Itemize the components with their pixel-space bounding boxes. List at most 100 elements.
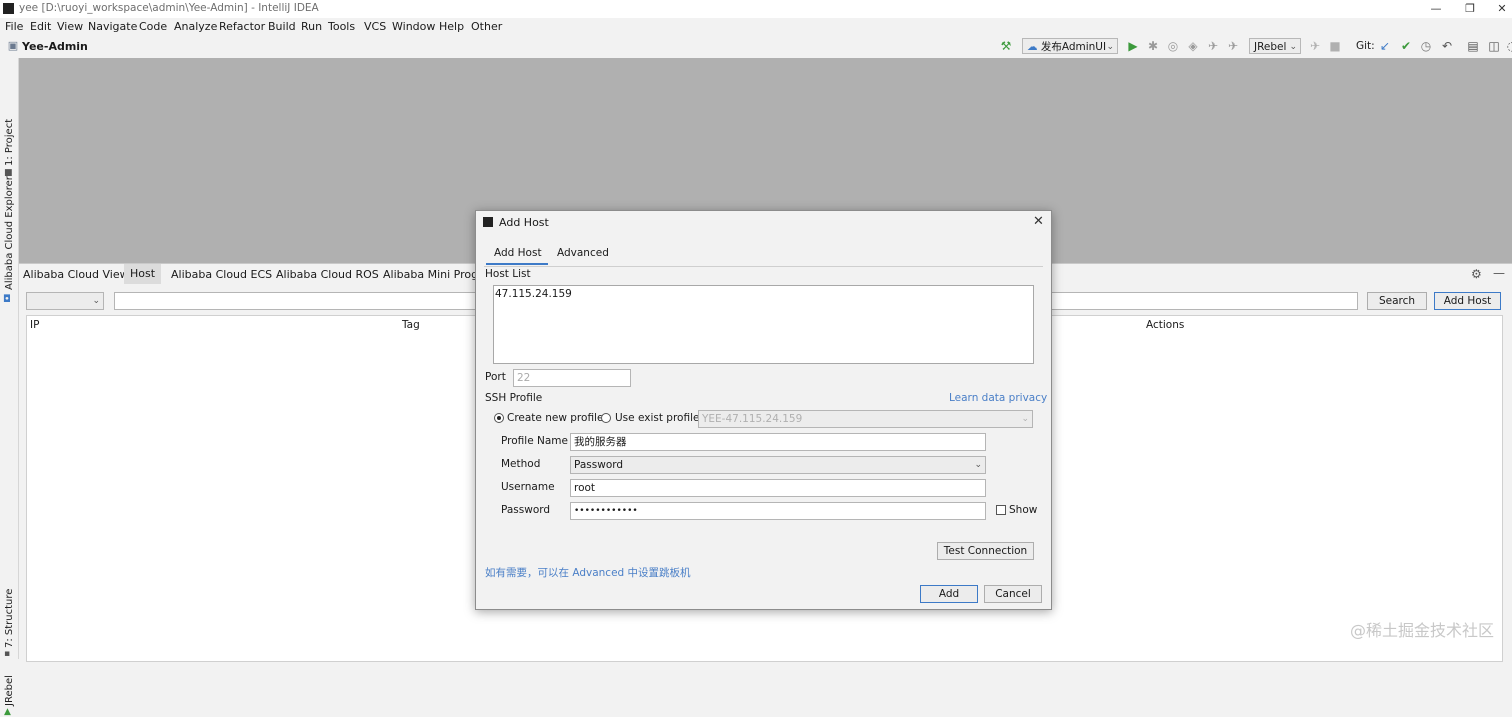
- use-exist-profile-label[interactable]: Use exist profile: [615, 412, 699, 424]
- run-configuration-select[interactable]: ☁ 发布AdminUI ⌄: [1022, 38, 1118, 54]
- create-new-profile-radio[interactable]: [494, 413, 504, 423]
- tab-host[interactable]: Host: [124, 264, 162, 284]
- stop-icon[interactable]: ■: [1328, 39, 1342, 53]
- window-title: yee [D:\ruoyi_workspace\admin\Yee-Admin]…: [19, 2, 319, 14]
- method-value: Password: [574, 459, 624, 471]
- jrebel-run-icon[interactable]: ✈: [1206, 39, 1220, 53]
- tab-divider: [484, 266, 1043, 267]
- add-button[interactable]: Add: [920, 585, 978, 603]
- tab-alibaba-mini-program[interactable]: Alibaba Mini Progra: [383, 268, 489, 281]
- jrebel-icon: ▲: [4, 707, 11, 717]
- host-list-textarea[interactable]: 47.115.24.159: [493, 285, 1034, 364]
- side-tab-project[interactable]: 1: Project: [4, 119, 15, 166]
- add-host-button[interactable]: Add Host: [1434, 292, 1501, 310]
- intellij-app-icon: [483, 217, 493, 227]
- learn-data-privacy-link[interactable]: Learn data privacy: [949, 392, 1047, 404]
- menu-build[interactable]: Build: [268, 20, 296, 33]
- chevron-down-icon: ⌄: [1021, 414, 1029, 424]
- profile-name-input[interactable]: 我的服务器: [570, 433, 986, 451]
- git-rollback-icon[interactable]: ↶: [1440, 39, 1454, 53]
- show-password-label[interactable]: Show: [1009, 504, 1037, 516]
- column-header-ip[interactable]: IP: [30, 319, 39, 331]
- layout-icon[interactable]: ◫: [1487, 39, 1501, 53]
- run-icon[interactable]: ▶: [1126, 39, 1140, 53]
- menu-window[interactable]: Window: [392, 20, 435, 33]
- run-configuration-label: 发布AdminUI: [1040, 41, 1107, 53]
- menu-vcs[interactable]: VCS: [364, 20, 386, 33]
- jump-host-hint[interactable]: 如有需要，可以在 Advanced 中设置跳板机: [485, 565, 691, 580]
- close-window-button[interactable]: ✕: [1488, 1, 1512, 17]
- menu-refactor[interactable]: Refactor: [219, 20, 265, 33]
- side-tab-jrebel[interactable]: JRebel: [4, 675, 15, 706]
- close-icon[interactable]: ✕: [1033, 214, 1044, 229]
- column-header-tag[interactable]: Tag: [402, 319, 420, 331]
- gear-icon[interactable]: ⚙: [1471, 267, 1482, 281]
- project-structure-icon[interactable]: ▤: [1466, 39, 1480, 53]
- profile-icon[interactable]: ◈: [1186, 39, 1200, 53]
- password-label: Password: [501, 504, 551, 516]
- window-title-bar: yee [D:\ruoyi_workspace\admin\Yee-Admin]…: [0, 0, 1512, 18]
- chevron-down-icon: ⌄: [92, 296, 100, 306]
- username-label: Username: [501, 481, 555, 493]
- chevron-down-icon: ⌄: [974, 460, 982, 470]
- exist-profile-value: YEE-47.115.24.159: [702, 413, 803, 425]
- jrebel-select-label: JRebel: [1254, 41, 1287, 53]
- menu-navigate[interactable]: Navigate: [88, 20, 137, 33]
- menu-tools[interactable]: Tools: [328, 20, 355, 33]
- menu-view[interactable]: View: [57, 20, 83, 33]
- menu-code[interactable]: Code: [139, 20, 167, 33]
- side-tab-cloud-explorer[interactable]: Alibaba Cloud Explorer: [4, 176, 15, 290]
- folder-icon: ▣: [7, 39, 19, 52]
- minimize-panel-icon[interactable]: —: [1493, 266, 1505, 280]
- create-new-profile-label[interactable]: Create new profile: [507, 412, 603, 424]
- git-commit-icon[interactable]: ✔: [1399, 39, 1413, 53]
- git-update-icon[interactable]: ↙: [1378, 39, 1392, 53]
- attach-icon[interactable]: ✈: [1308, 39, 1322, 53]
- minimize-button[interactable]: —: [1422, 1, 1450, 17]
- test-connection-button[interactable]: Test Connection: [937, 542, 1034, 560]
- jrebel-select[interactable]: JRebel ⌄: [1249, 38, 1301, 54]
- menu-run[interactable]: Run: [301, 20, 322, 33]
- watermark: @稀土掘金技术社区: [1349, 621, 1494, 640]
- tab-alibaba-cloud-ecs[interactable]: Alibaba Cloud ECS: [171, 268, 272, 281]
- structure-icon: ▪: [4, 649, 11, 659]
- password-input[interactable]: ••••••••••••: [570, 502, 986, 520]
- coverage-icon[interactable]: ◎: [1166, 39, 1180, 53]
- username-input[interactable]: root: [570, 479, 986, 497]
- side-tab-structure[interactable]: 7: Structure: [4, 589, 15, 648]
- left-tool-strip: 1: Project ■ Alibaba Cloud Explorer ◘ 7:…: [0, 58, 19, 717]
- method-select[interactable]: Password ⌄: [570, 456, 986, 474]
- restore-button[interactable]: ❐: [1456, 1, 1484, 17]
- menu-help[interactable]: Help: [439, 20, 464, 33]
- debug-icon[interactable]: ✱: [1146, 39, 1160, 53]
- build-hammer-icon[interactable]: ⚒: [999, 39, 1013, 53]
- show-password-checkbox[interactable]: [996, 505, 1006, 515]
- dialog-tab-advanced[interactable]: Advanced: [557, 247, 609, 259]
- search-button[interactable]: Search: [1367, 292, 1427, 310]
- chevron-down-icon: ⌄: [1289, 42, 1297, 52]
- host-list-label: Host List: [485, 268, 531, 280]
- git-history-icon[interactable]: ◷: [1419, 39, 1433, 53]
- alibaba-cloud-icon: ◘: [3, 294, 11, 305]
- column-header-actions[interactable]: Actions: [1146, 319, 1184, 331]
- jrebel-debug-icon[interactable]: ✈: [1226, 39, 1240, 53]
- menu-file[interactable]: File: [5, 20, 23, 33]
- git-label: Git:: [1356, 40, 1375, 52]
- project-breadcrumb[interactable]: Yee-Admin: [22, 40, 88, 53]
- menu-analyze[interactable]: Analyze: [174, 20, 217, 33]
- filter-type-select[interactable]: ⌄: [26, 292, 104, 310]
- cancel-button[interactable]: Cancel: [984, 585, 1042, 603]
- tab-alibaba-cloud-ros[interactable]: Alibaba Cloud ROS: [276, 268, 379, 281]
- use-exist-profile-radio[interactable]: [601, 413, 611, 423]
- profile-name-label: Profile Name: [501, 435, 568, 447]
- menu-edit[interactable]: Edit: [30, 20, 51, 33]
- chevron-down-icon: ⌄: [1106, 42, 1114, 52]
- intellij-app-icon: [3, 3, 14, 14]
- menu-other[interactable]: Other: [471, 20, 502, 33]
- dialog-title: Add Host: [499, 216, 549, 229]
- exist-profile-select: YEE-47.115.24.159 ⌄: [698, 410, 1033, 428]
- search-everywhere-icon[interactable]: ◌: [1505, 39, 1512, 53]
- port-input[interactable]: 22: [513, 369, 631, 387]
- dialog-tab-add-host[interactable]: Add Host: [494, 247, 542, 259]
- method-label: Method: [501, 458, 541, 470]
